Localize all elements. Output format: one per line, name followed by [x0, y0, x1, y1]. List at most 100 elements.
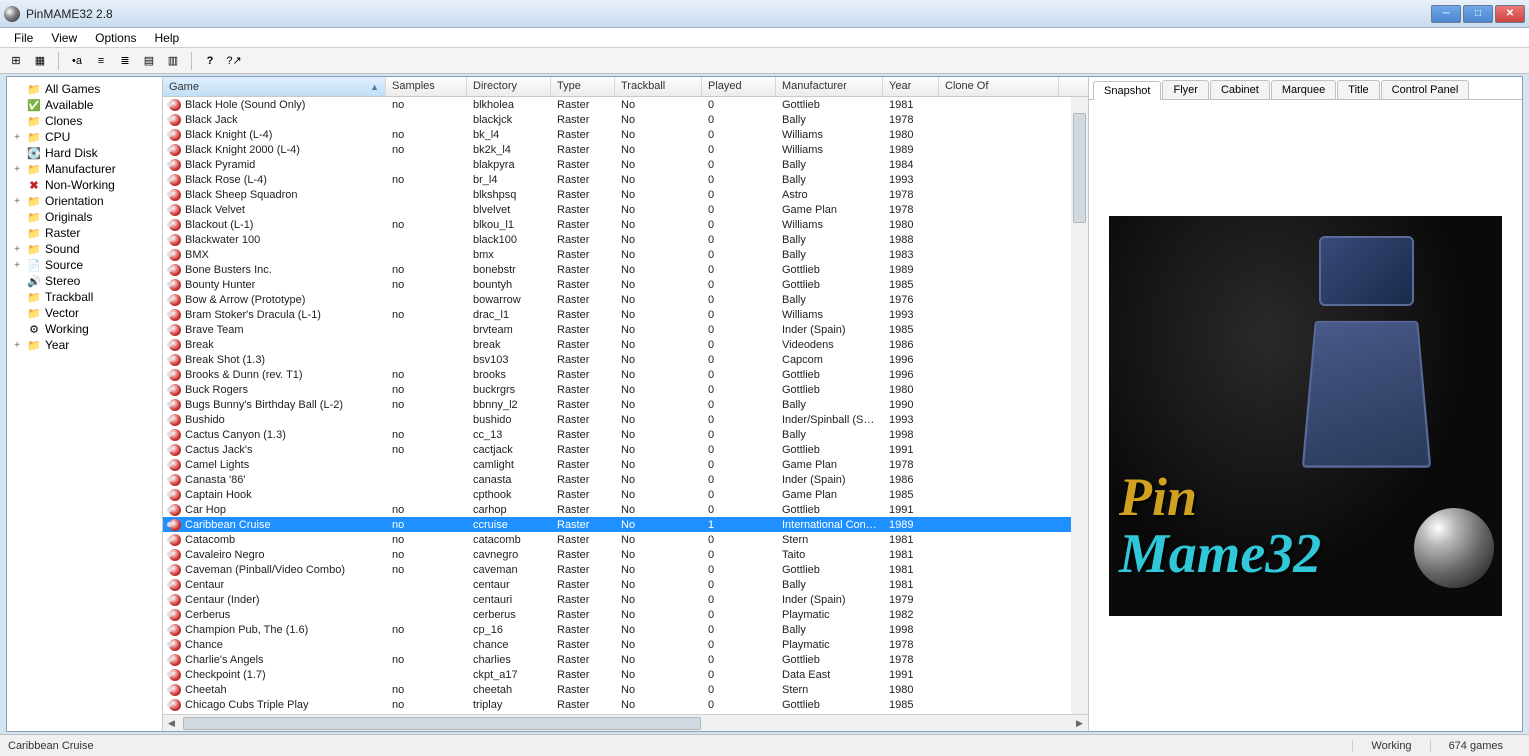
- toolbar-button-2[interactable]: ▦: [30, 51, 50, 71]
- tree-item[interactable]: ⚙Working: [9, 321, 160, 337]
- toolbar-button-6[interactable]: ▤: [139, 51, 159, 71]
- table-row[interactable]: Canasta '86'canastaRasterNo0Inder (Spain…: [163, 472, 1088, 487]
- table-row[interactable]: Cavaleiro NegronocavnegroRasterNo0Taito1…: [163, 547, 1088, 562]
- table-row[interactable]: Bugs Bunny's Birthday Ball (L-2)nobbnny_…: [163, 397, 1088, 412]
- table-row[interactable]: Captain HookcpthookRasterNo0Game Plan198…: [163, 487, 1088, 502]
- maximize-button[interactable]: □: [1463, 5, 1493, 23]
- table-row[interactable]: Brooks & Dunn (rev. T1)nobrooksRasterNo0…: [163, 367, 1088, 382]
- category-tree[interactable]: 📁All Games✅Available📁Clones+📁CPU💽Hard Di…: [7, 77, 163, 731]
- tree-item[interactable]: 📁Trackball: [9, 289, 160, 305]
- toolbar-button-1[interactable]: ⊞: [6, 51, 26, 71]
- table-row[interactable]: Black Sheep SquadronblkshpsqRasterNo0Ast…: [163, 187, 1088, 202]
- table-row[interactable]: Checkpoint (1.7)ckpt_a17RasterNo0Data Ea…: [163, 667, 1088, 682]
- tree-item-label: Working: [45, 322, 89, 336]
- toolbar-button-3[interactable]: •a: [67, 51, 87, 71]
- tree-item[interactable]: +📁CPU: [9, 129, 160, 145]
- table-row[interactable]: Bone Busters Inc.nobonebstrRasterNo0Gott…: [163, 262, 1088, 277]
- table-row[interactable]: Bounty HunternobountyhRasterNo0Gottlieb1…: [163, 277, 1088, 292]
- menu-help[interactable]: Help: [147, 29, 188, 47]
- col-trackball[interactable]: Trackball: [615, 77, 702, 96]
- table-row[interactable]: Break Shot (1.3)bsv103RasterNo0Capcom199…: [163, 352, 1088, 367]
- tab-controlpanel[interactable]: Control Panel: [1381, 80, 1470, 99]
- tree-item[interactable]: 📁Clones: [9, 113, 160, 129]
- table-row[interactable]: Caribbean CruisenoccruiseRasterNo1Intern…: [163, 517, 1088, 532]
- table-row[interactable]: BMXbmxRasterNo0Bally1983: [163, 247, 1088, 262]
- table-row[interactable]: Black Rose (L-4)nobr_l4RasterNo0Bally199…: [163, 172, 1088, 187]
- table-row[interactable]: Blackout (L-1)noblkou_l1RasterNo0William…: [163, 217, 1088, 232]
- tree-item[interactable]: +📁Manufacturer: [9, 161, 160, 177]
- tree-item[interactable]: 📁All Games: [9, 81, 160, 97]
- table-row[interactable]: CatacombnocatacombRasterNo0Stern1981: [163, 532, 1088, 547]
- table-row[interactable]: Camel LightscamlightRasterNo0Game Plan19…: [163, 457, 1088, 472]
- table-row[interactable]: Black Knight 2000 (L-4)nobk2k_l4RasterNo…: [163, 142, 1088, 157]
- col-type[interactable]: Type: [551, 77, 615, 96]
- horizontal-scrollbar[interactable]: ◀▶: [163, 714, 1088, 731]
- table-row[interactable]: Caveman (Pinball/Video Combo)nocavemanRa…: [163, 562, 1088, 577]
- tab-title[interactable]: Title: [1337, 80, 1379, 99]
- table-row[interactable]: Champion Pub, The (1.6)nocp_16RasterNo0B…: [163, 622, 1088, 637]
- table-row[interactable]: Charlie's AngelsnocharliesRasterNo0Gottl…: [163, 652, 1088, 667]
- menu-view[interactable]: View: [43, 29, 85, 47]
- col-manufacturer[interactable]: Manufacturer: [776, 77, 883, 96]
- tree-item[interactable]: 🔊Stereo: [9, 273, 160, 289]
- tree-item[interactable]: 💽Hard Disk: [9, 145, 160, 161]
- menu-options[interactable]: Options: [87, 29, 144, 47]
- table-row[interactable]: Black VelvetblvelvetRasterNo0Game Plan19…: [163, 202, 1088, 217]
- tree-item[interactable]: +📁Year: [9, 337, 160, 353]
- table-row[interactable]: Black Hole (Sound Only)noblkholeaRasterN…: [163, 97, 1088, 112]
- table-row[interactable]: Blackwater 100black100RasterNo0Bally1988: [163, 232, 1088, 247]
- table-row[interactable]: CheetahnocheetahRasterNo0Stern1980: [163, 682, 1088, 697]
- table-row[interactable]: Centaur (Inder)centauriRasterNo0Inder (S…: [163, 592, 1088, 607]
- tab-flyer[interactable]: Flyer: [1162, 80, 1208, 99]
- table-row[interactable]: Black JackblackjckRasterNo0Bally1978: [163, 112, 1088, 127]
- vertical-scrollbar[interactable]: [1071, 97, 1088, 714]
- table-row[interactable]: Black Knight (L-4)nobk_l4RasterNo0Willia…: [163, 127, 1088, 142]
- table-row[interactable]: Chicago Cubs Triple PlaynotriplayRasterN…: [163, 697, 1088, 712]
- tree-item[interactable]: 📁Originals: [9, 209, 160, 225]
- rom-icon: [169, 579, 181, 591]
- col-game[interactable]: Game▲: [163, 77, 386, 96]
- col-samples[interactable]: Samples: [386, 77, 467, 96]
- table-row[interactable]: Brave TeambrvteamRasterNo0Inder (Spain)1…: [163, 322, 1088, 337]
- tree-item[interactable]: ✅Available: [9, 97, 160, 113]
- table-row[interactable]: CentaurcentaurRasterNo0Bally1981: [163, 577, 1088, 592]
- col-year[interactable]: Year: [883, 77, 939, 96]
- table-row[interactable]: Bram Stoker's Dracula (L-1)nodrac_l1Rast…: [163, 307, 1088, 322]
- tree-item[interactable]: ✖Non-Working: [9, 177, 160, 193]
- table-row[interactable]: BushidobushidoRasterNo0Inder/Spinball (S…: [163, 412, 1088, 427]
- game-list-pane: Game▲ Samples Directory Type Trackball P…: [163, 77, 1088, 731]
- toolbar-button-7[interactable]: ▥: [163, 51, 183, 71]
- toolbar-button-4[interactable]: ≡: [91, 51, 111, 71]
- game-list[interactable]: Black Hole (Sound Only)noblkholeaRasterN…: [163, 97, 1088, 714]
- tree-item[interactable]: +📁Orientation: [9, 193, 160, 209]
- table-row[interactable]: Car HopnocarhopRasterNo0Gottlieb1991: [163, 502, 1088, 517]
- tree-item[interactable]: 📁Raster: [9, 225, 160, 241]
- toolbar-whatsthis-button[interactable]: ?↗: [224, 51, 244, 71]
- col-cloneof[interactable]: Clone Of: [939, 77, 1059, 96]
- table-row[interactable]: Black PyramidblakpyraRasterNo0Bally1984: [163, 157, 1088, 172]
- toolbar-button-5[interactable]: ≣: [115, 51, 135, 71]
- toolbar-help-button[interactable]: ?: [200, 51, 220, 71]
- close-button[interactable]: ✕: [1495, 5, 1525, 23]
- tab-snapshot[interactable]: Snapshot: [1093, 81, 1161, 100]
- tab-marquee[interactable]: Marquee: [1271, 80, 1336, 99]
- tree-item[interactable]: +📄Source: [9, 257, 160, 273]
- table-row[interactable]: ChancechanceRasterNo0Playmatic1978: [163, 637, 1088, 652]
- minimize-button[interactable]: ─: [1431, 5, 1461, 23]
- tree-item-label: Manufacturer: [45, 162, 116, 176]
- tab-cabinet[interactable]: Cabinet: [1210, 80, 1270, 99]
- tree-item[interactable]: +📁Sound: [9, 241, 160, 257]
- table-row[interactable]: Cactus Jack'snocactjackRasterNo0Gottlieb…: [163, 442, 1088, 457]
- tree-item[interactable]: 📁Vector: [9, 305, 160, 321]
- status-gamecount: 674 games: [1430, 740, 1521, 752]
- table-row[interactable]: BreakbreakRasterNo0Videodens1986: [163, 337, 1088, 352]
- table-row[interactable]: Bow & Arrow (Prototype)bowarrowRasterNo0…: [163, 292, 1088, 307]
- table-row[interactable]: CerberuscerberusRasterNo0Playmatic1982: [163, 607, 1088, 622]
- table-row[interactable]: Buck RogersnobuckrgrsRasterNo0Gottlieb19…: [163, 382, 1088, 397]
- table-row[interactable]: Cactus Canyon (1.3)nocc_13RasterNo0Bally…: [163, 427, 1088, 442]
- col-played[interactable]: Played: [702, 77, 776, 96]
- rom-icon: [169, 129, 181, 141]
- col-directory[interactable]: Directory: [467, 77, 551, 96]
- menu-file[interactable]: File: [6, 29, 41, 47]
- rom-icon: [169, 639, 181, 651]
